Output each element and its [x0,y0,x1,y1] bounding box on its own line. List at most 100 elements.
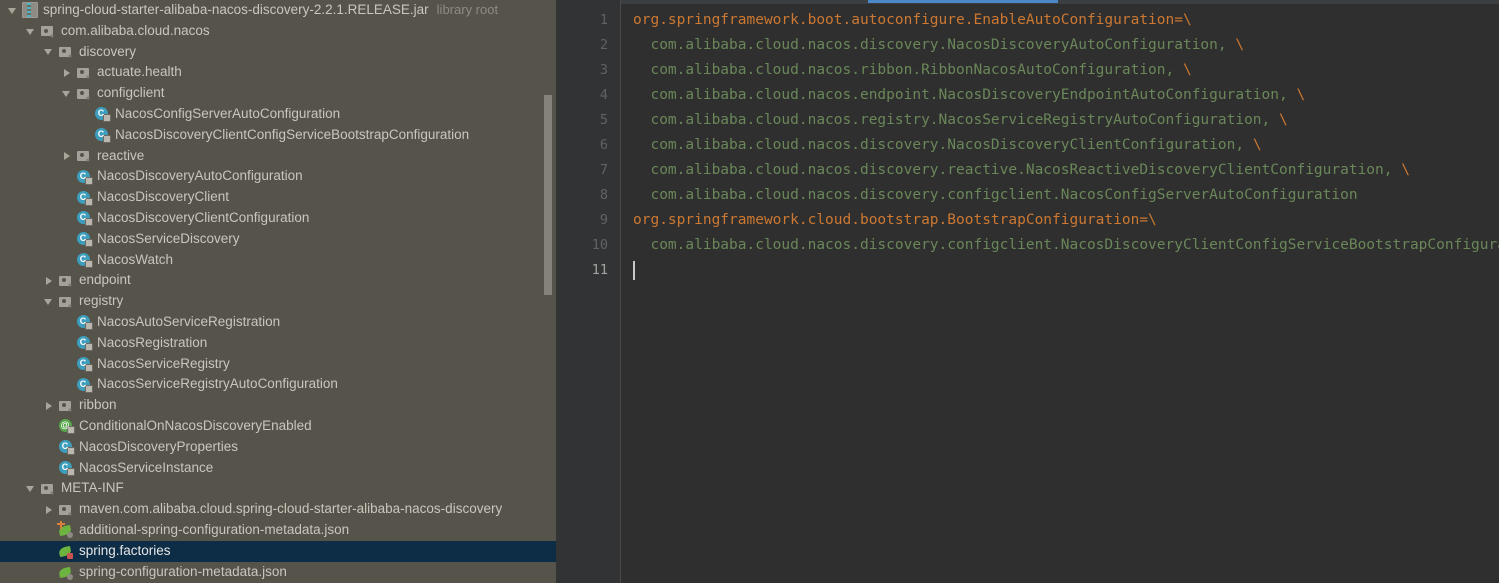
editor-line[interactable]: 10 com.alibaba.cloud.nacos.discovery.con… [556,233,1499,258]
tree-row-label: NacosAutoServiceRegistration [97,313,281,329]
tree-row-label: endpoint [79,272,131,288]
tree-row[interactable]: ribbon [0,395,556,416]
tree-row[interactable]: registry [0,291,556,312]
tree-row[interactable]: ConditionalOnNacosDiscoveryEnabled [0,416,556,437]
tree-row[interactable]: NacosWatch [0,250,556,271]
tree-row-label: NacosWatch [97,251,174,267]
package-icon [58,294,74,310]
tree-row-label: additional-spring-configuration-metadata… [79,521,350,537]
chevron-down-icon[interactable] [44,46,55,57]
tree-row[interactable]: additional-spring-configuration-metadata… [0,520,556,541]
chevron-right-icon[interactable] [44,400,55,411]
class-icon [58,460,75,476]
property-value-token: com.alibaba.cloud.nacos.discovery.NacosD… [633,37,1227,53]
editor-line[interactable]: 11 [556,258,1499,283]
tree-row[interactable]: NacosServiceInstance [0,458,556,479]
property-key-token: \ [1287,87,1306,103]
tree-row[interactable]: spring-configuration-metadata.json [0,562,556,583]
chevron-down-icon[interactable] [62,88,73,99]
line-number: 9 [599,212,608,228]
property-key-token: \ [1270,112,1288,128]
tree-row[interactable]: NacosConfigServerAutoConfiguration [0,104,556,125]
editor-line[interactable]: 8 com.alibaba.cloud.nacos.discovery.conf… [556,183,1499,208]
tree-row[interactable]: NacosDiscoveryProperties [0,437,556,458]
lock-badge-icon [67,447,75,456]
tree-row[interactable]: spring.factories [0,540,556,562]
project-tree-panel[interactable]: spring-cloud-starter-alibaba-nacos-disco… [0,0,556,583]
tree-row[interactable]: configclient [0,83,556,104]
line-content: com.alibaba.cloud.nacos.discovery.config… [633,233,1499,258]
line-number: 10 [591,237,608,253]
tree-row[interactable]: NacosDiscoveryAutoConfiguration [0,166,556,187]
tree-row[interactable]: endpoint [0,270,556,291]
tree-row[interactable]: NacosDiscoveryClientConfigServiceBootstr… [0,125,556,146]
property-value-token: com.alibaba.cloud.nacos.discovery.reacti… [633,162,1393,178]
tree-row[interactable]: reactive [0,146,556,167]
class-icon [94,106,111,123]
chevron-right-icon[interactable] [44,275,55,286]
line-number: 6 [599,137,608,153]
class-icon [94,127,111,144]
tree-row[interactable]: discovery [0,42,556,63]
tree-row[interactable]: NacosDiscoveryClient [0,187,556,208]
lock-badge-icon [103,114,111,123]
tree-row-label: discovery [79,43,137,59]
spring-metadata-icon [58,564,74,580]
tree-row-label: ConditionalOnNacosDiscoveryEnabled [79,417,312,433]
package-icon [58,273,74,289]
tree-vertical-scrollbar[interactable] [544,95,552,295]
editor-line[interactable]: 7 com.alibaba.cloud.nacos.discovery.reac… [556,158,1499,183]
lock-badge-icon [85,322,93,331]
tree-row[interactable]: META-INF [0,478,556,499]
property-key-token: \ [1174,62,1192,78]
editor-line[interactable]: 5 com.alibaba.cloud.nacos.registry.Nacos… [556,108,1499,133]
editor-line[interactable]: 3 com.alibaba.cloud.nacos.ribbon.RibbonN… [556,58,1499,83]
tree-row[interactable]: NacosServiceRegistry [0,354,556,375]
tree-row[interactable]: actuate.health [0,62,556,83]
chevron-right-icon[interactable] [62,150,73,161]
tree-row[interactable]: NacosRegistration [0,333,556,354]
jar-icon [22,2,38,19]
chevron-down-icon[interactable] [26,26,37,37]
tree-row-label: META-INF [61,480,124,496]
property-value-token: com.alibaba.cloud.nacos.discovery.config… [633,237,1499,253]
spring-metadata-icon [57,521,74,539]
tree-row-label: NacosServiceRegistry [97,355,230,371]
tree-row[interactable]: NacosServiceRegistryAutoConfiguration [0,374,556,395]
editor-line[interactable]: 9 org.springframework.cloud.bootstrap.Boo… [556,208,1499,233]
editor-line[interactable]: 2 com.alibaba.cloud.nacos.discovery.Naco… [556,33,1499,58]
class-icon [58,439,75,456]
property-value-token: com.alibaba.cloud.nacos.ribbon.RibbonNac… [633,62,1175,78]
chevron-down-icon[interactable] [26,483,37,494]
tree-row[interactable]: com.alibaba.cloud.nacos [0,21,556,42]
tree-row-label: NacosDiscoveryProperties [79,438,239,454]
tree-row[interactable]: spring-cloud-starter-alibaba-nacos-disco… [0,0,556,21]
tree-row[interactable]: NacosAutoServiceRegistration [0,312,556,333]
property-value-token: com.alibaba.cloud.nacos.discovery.NacosD… [633,137,1245,153]
line-content: org.springframework.boot.autoconfigure.E… [633,8,1192,33]
chevron-right-icon[interactable] [62,67,73,78]
line-number: 4 [599,87,608,103]
chevron-right-icon[interactable] [44,504,55,515]
chevron-down-icon[interactable] [44,296,55,307]
tree-row[interactable]: NacosServiceDiscovery [0,229,556,250]
chevron-down-icon[interactable] [8,5,19,16]
tree-row[interactable]: maven.com.alibaba.cloud.spring-cloud-sta… [0,499,556,520]
lock-badge-icon [103,135,111,144]
class-icon [76,356,93,372]
editor-line[interactable]: 4 com.alibaba.cloud.nacos.endpoint.Nacos… [556,83,1499,108]
class-icon [76,377,93,393]
editor-panel[interactable]: 1 org.springframework.boot.autoconfigure.… [556,0,1499,583]
editor-line[interactable]: 1 org.springframework.boot.autoconfigure.… [556,8,1499,33]
lock-badge-icon [85,259,93,268]
tree-row[interactable]: NacosDiscoveryClientConfiguration [0,208,556,229]
lock-badge-icon [85,363,93,372]
editor-line[interactable]: 6 com.alibaba.cloud.nacos.discovery.Naco… [556,133,1499,158]
